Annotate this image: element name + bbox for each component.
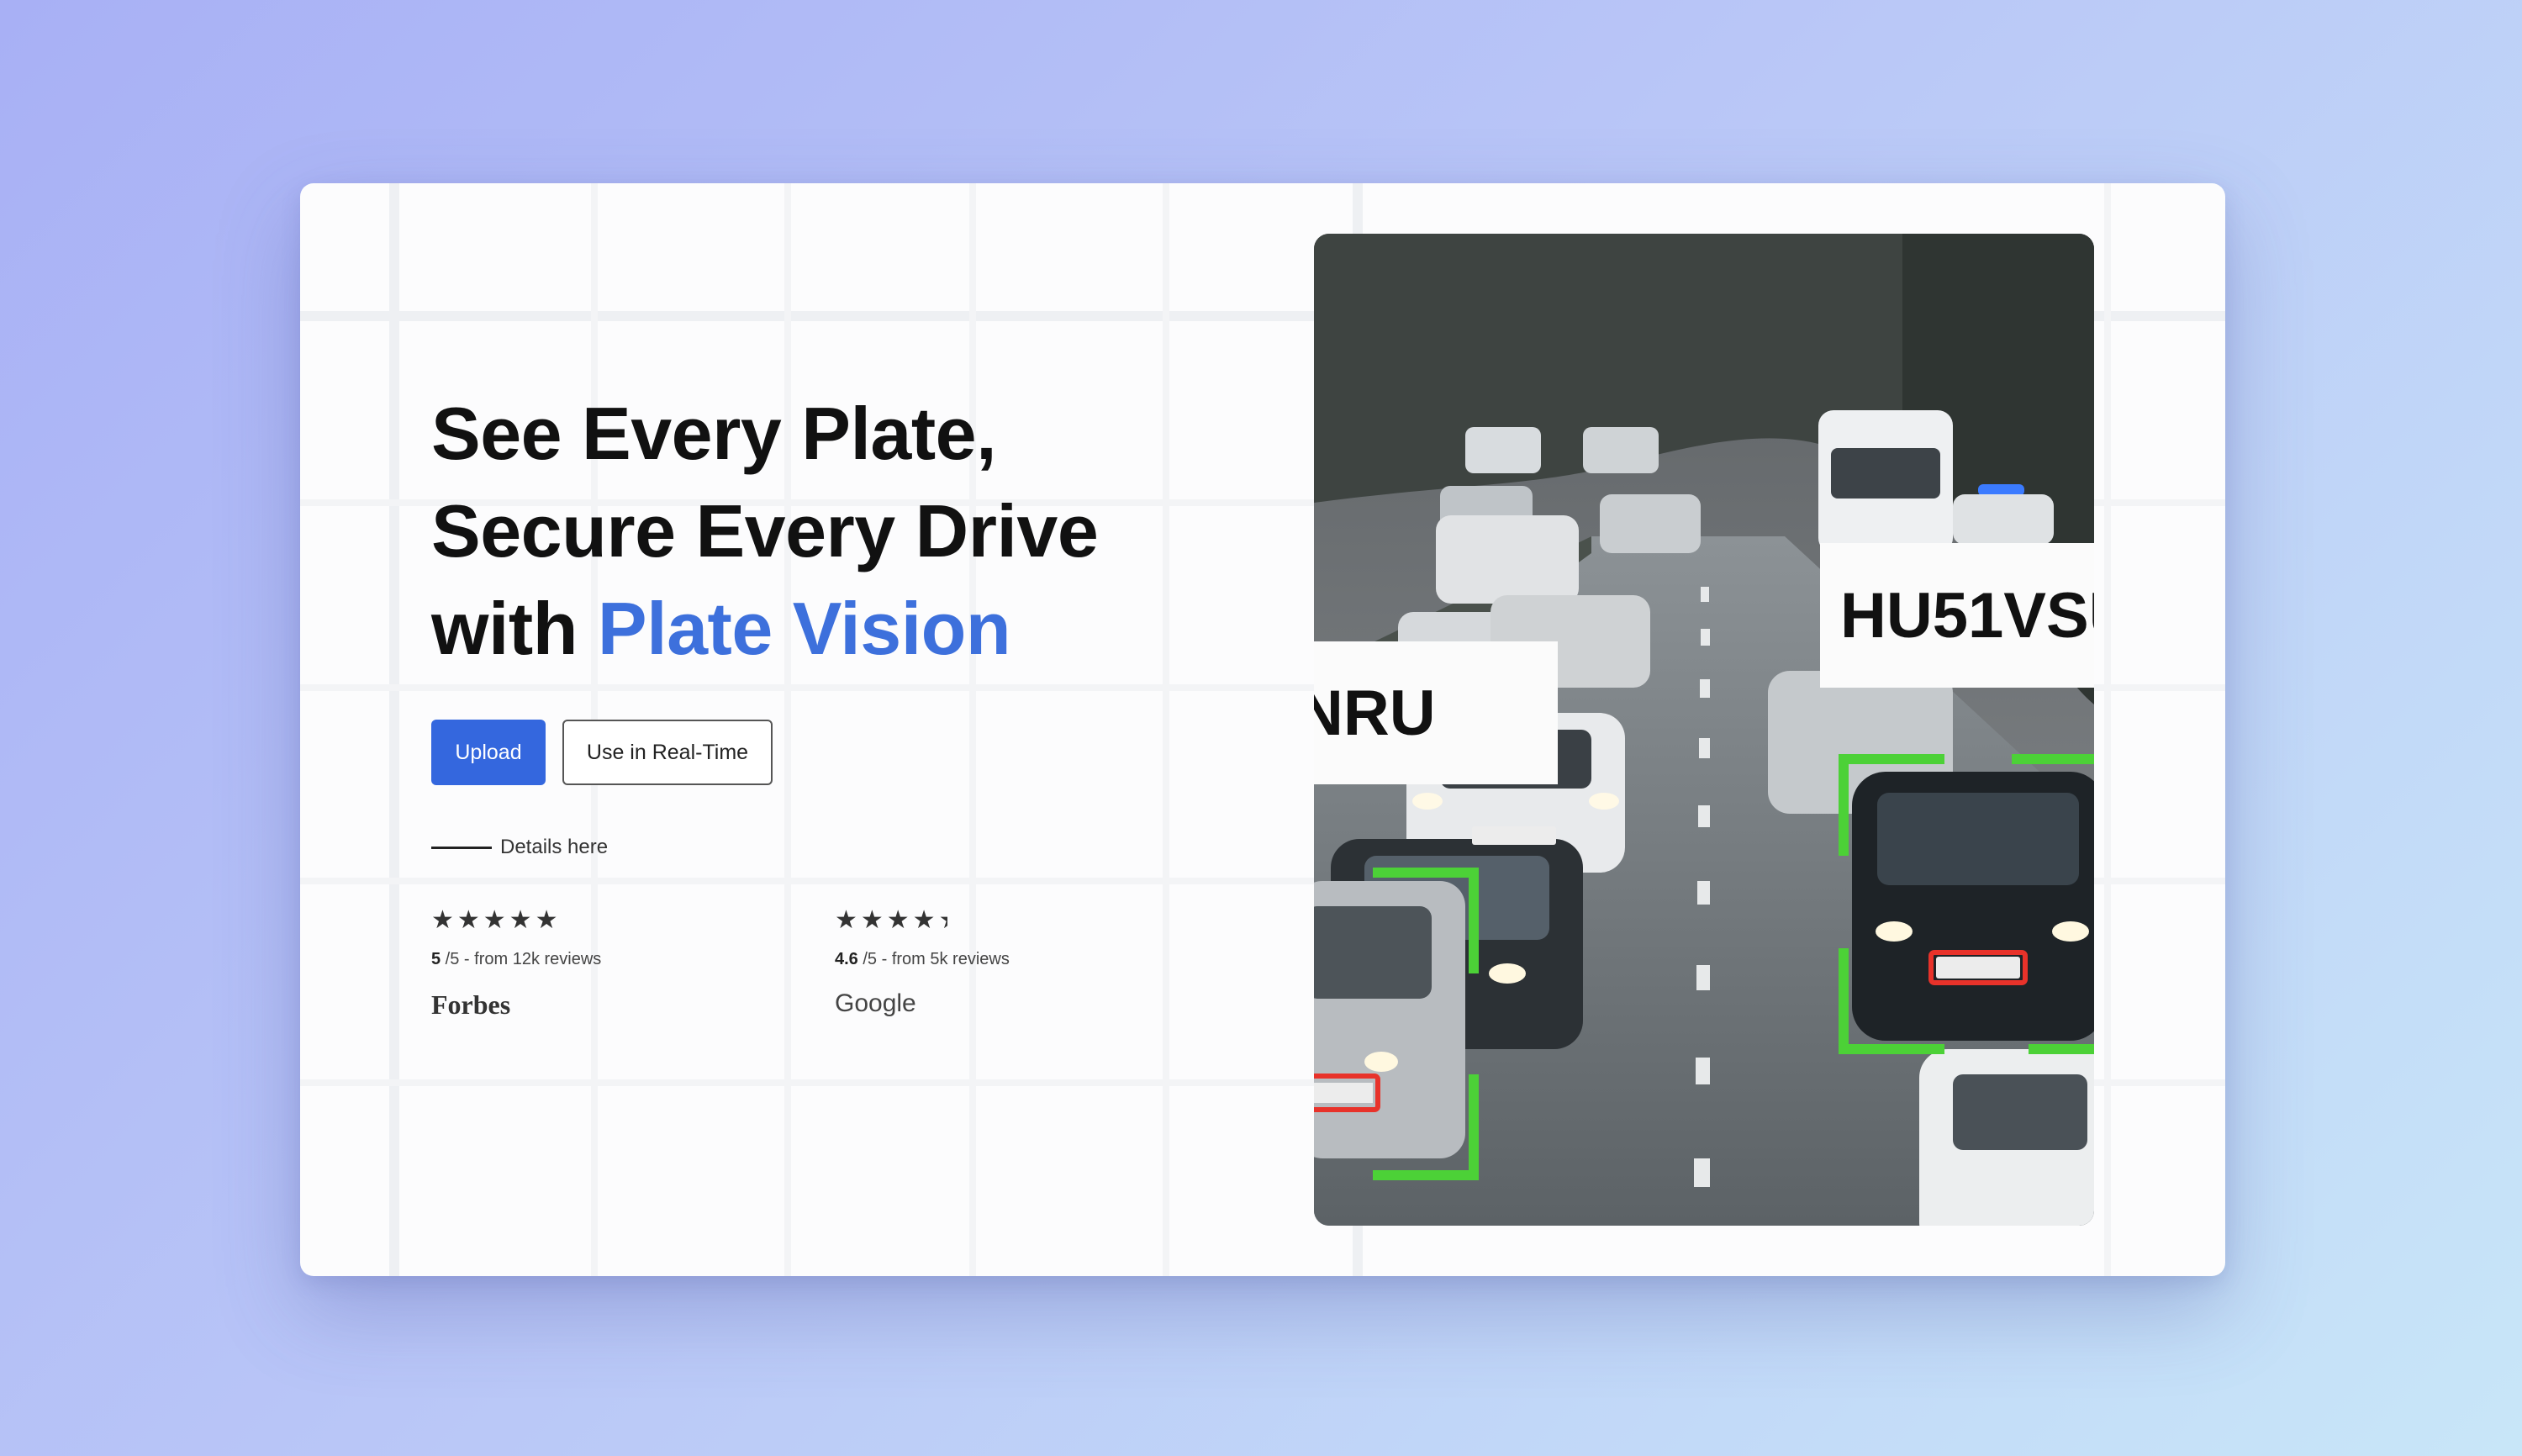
plate-text-right: HU51VSU (1840, 579, 2094, 652)
details-label: Details here (500, 836, 609, 858)
title-line-1: See Every Plate, (431, 392, 997, 475)
title-accent: Plate Vision (597, 587, 1011, 670)
forbes-logo: Forbes (431, 989, 511, 1020)
full-stars: ★★★★ (835, 906, 939, 934)
rating-score-suffix: /5 - from 5k reviews (857, 950, 1010, 968)
traffic-image: NRU HU51VSU (1314, 234, 2094, 1226)
rating-score-value: 5 (431, 950, 441, 968)
upload-button[interactable]: Upload (431, 720, 546, 785)
hero-card: See Every Plate, Secure Every Drive with… (300, 183, 2225, 1276)
plate-label-right: HU51VSU (1820, 543, 2094, 688)
rating-score: 5 /5 - from 12k reviews (431, 950, 601, 969)
plate-text-left: NRU (1314, 677, 1436, 749)
rating-forbes: ★★★★★ 5 /5 - from 12k reviews Forbes (431, 906, 601, 1021)
rating-google: ★★★★★ 4.6 /5 - from 5k reviews Google (835, 906, 1010, 1018)
google-logo: Google (835, 989, 916, 1017)
use-in-real-time-button[interactable]: Use in Real-Time (562, 720, 773, 785)
star-rating-icon: ★★★★★ (835, 906, 1010, 935)
title-line-3-prefix: with (431, 587, 578, 670)
rating-score-suffix: /5 - from 12k reviews (441, 950, 602, 968)
star-rating-icon: ★★★★★ (431, 906, 562, 934)
details-line (431, 846, 492, 849)
title-line-2: Secure Every Drive (431, 489, 1099, 572)
plate-label-left: NRU (1314, 641, 1558, 784)
rating-score-value: 4.6 (835, 950, 858, 968)
half-star-icon: ★ (939, 906, 947, 935)
rating-score: 4.6 /5 - from 5k reviews (835, 950, 1010, 969)
